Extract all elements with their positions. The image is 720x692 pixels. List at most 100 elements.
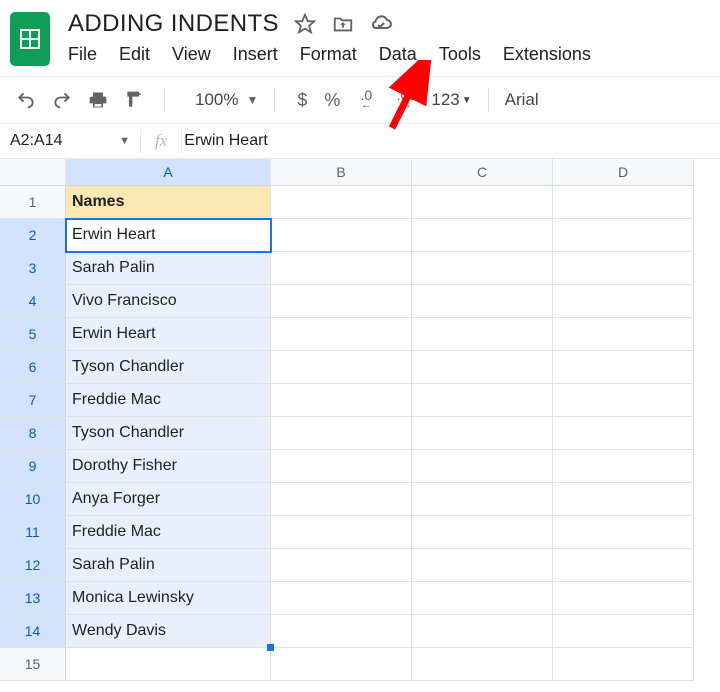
cell-B6[interactable] <box>271 351 412 384</box>
col-header-D[interactable]: D <box>553 159 694 186</box>
cell-B3[interactable] <box>271 252 412 285</box>
more-formats-dropdown[interactable]: 123 ▼ <box>431 90 471 110</box>
cell-A6[interactable]: Tyson Chandler <box>66 351 271 384</box>
row-header-5[interactable]: 5 <box>0 318 66 351</box>
undo-button[interactable] <box>12 86 40 114</box>
row-header-1[interactable]: 1 <box>0 186 66 219</box>
star-icon[interactable] <box>293 12 317 36</box>
cell-C13[interactable] <box>412 582 553 615</box>
cell-C8[interactable] <box>412 417 553 450</box>
cell-D7[interactable] <box>553 384 694 417</box>
cell-D6[interactable] <box>553 351 694 384</box>
cell-A4[interactable]: Vivo Francisco <box>66 285 271 318</box>
cell-B12[interactable] <box>271 549 412 582</box>
cell-C10[interactable] <box>412 483 553 516</box>
cell-B15[interactable] <box>271 648 412 681</box>
row-header-14[interactable]: 14 <box>0 615 66 648</box>
cell-C1[interactable] <box>412 186 553 219</box>
menu-insert[interactable]: Insert <box>233 44 278 65</box>
row-header-15[interactable]: 15 <box>0 648 66 681</box>
format-currency-button[interactable]: $ <box>291 86 313 114</box>
selection-handle[interactable] <box>267 644 274 651</box>
menu-view[interactable]: View <box>172 44 211 65</box>
spreadsheet-grid[interactable]: ABCD1Names2Erwin Heart3Sarah Palin4Vivo … <box>0 159 720 681</box>
cell-A15[interactable] <box>66 648 271 681</box>
zoom-dropdown[interactable]: 100% ▼ <box>195 90 258 110</box>
cell-C12[interactable] <box>412 549 553 582</box>
row-header-10[interactable]: 10 <box>0 483 66 516</box>
cell-D15[interactable] <box>553 648 694 681</box>
cell-A11[interactable]: Freddie Mac <box>66 516 271 549</box>
cell-B11[interactable] <box>271 516 412 549</box>
print-button[interactable] <box>84 86 112 114</box>
menu-extensions[interactable]: Extensions <box>503 44 591 65</box>
cell-D2[interactable] <box>553 219 694 252</box>
cell-D11[interactable] <box>553 516 694 549</box>
cell-D1[interactable] <box>553 186 694 219</box>
cell-A7[interactable]: Freddie Mac <box>66 384 271 417</box>
cell-D10[interactable] <box>553 483 694 516</box>
cell-C11[interactable] <box>412 516 553 549</box>
move-icon[interactable] <box>331 12 355 36</box>
redo-button[interactable] <box>48 86 76 114</box>
cell-B8[interactable] <box>271 417 412 450</box>
cloud-status-icon[interactable] <box>369 12 393 36</box>
cell-A9[interactable]: Dorothy Fisher <box>66 450 271 483</box>
cell-A13[interactable]: Monica Lewinsky <box>66 582 271 615</box>
cell-B14[interactable] <box>271 615 412 648</box>
cell-C9[interactable] <box>412 450 553 483</box>
row-header-9[interactable]: 9 <box>0 450 66 483</box>
sheets-logo[interactable] <box>10 12 50 66</box>
increase-decimal-button[interactable]: .00 → <box>389 86 423 114</box>
cell-D12[interactable] <box>553 549 694 582</box>
col-header-C[interactable]: C <box>412 159 553 186</box>
menu-tools[interactable]: Tools <box>439 44 481 65</box>
row-header-7[interactable]: 7 <box>0 384 66 417</box>
cell-D8[interactable] <box>553 417 694 450</box>
col-header-A[interactable]: A <box>66 159 271 186</box>
menu-format[interactable]: Format <box>300 44 357 65</box>
cell-C5[interactable] <box>412 318 553 351</box>
cell-C14[interactable] <box>412 615 553 648</box>
cell-D9[interactable] <box>553 450 694 483</box>
cell-A8[interactable]: Tyson Chandler <box>66 417 271 450</box>
formula-input[interactable] <box>182 131 720 151</box>
menu-edit[interactable]: Edit <box>119 44 150 65</box>
select-all-corner[interactable] <box>0 159 66 186</box>
cell-A3[interactable]: Sarah Palin <box>66 252 271 285</box>
format-percent-button[interactable]: % <box>321 86 343 114</box>
cell-C6[interactable] <box>412 351 553 384</box>
cell-C4[interactable] <box>412 285 553 318</box>
menu-data[interactable]: Data <box>379 44 417 65</box>
cell-B9[interactable] <box>271 450 412 483</box>
row-header-13[interactable]: 13 <box>0 582 66 615</box>
font-dropdown[interactable]: Arial <box>505 90 539 110</box>
cell-A1[interactable]: Names <box>66 186 271 219</box>
cell-B10[interactable] <box>271 483 412 516</box>
doc-title[interactable]: ADDING INDENTS <box>68 10 279 38</box>
row-header-8[interactable]: 8 <box>0 417 66 450</box>
cell-D4[interactable] <box>553 285 694 318</box>
cell-A5[interactable]: Erwin Heart <box>66 318 271 351</box>
cell-B5[interactable] <box>271 318 412 351</box>
name-box[interactable]: A2:A14 ▼ <box>0 132 140 150</box>
cell-B1[interactable] <box>271 186 412 219</box>
cell-A14[interactable]: Wendy Davis <box>66 615 271 648</box>
cell-A2[interactable]: Erwin Heart <box>66 219 271 252</box>
cell-C15[interactable] <box>412 648 553 681</box>
cell-C2[interactable] <box>412 219 553 252</box>
cell-A10[interactable]: Anya Forger <box>66 483 271 516</box>
cell-B7[interactable] <box>271 384 412 417</box>
cell-D3[interactable] <box>553 252 694 285</box>
row-header-4[interactable]: 4 <box>0 285 66 318</box>
cell-D5[interactable] <box>553 318 694 351</box>
cell-D13[interactable] <box>553 582 694 615</box>
cell-C3[interactable] <box>412 252 553 285</box>
cell-B4[interactable] <box>271 285 412 318</box>
paint-format-button[interactable] <box>120 86 148 114</box>
cell-D14[interactable] <box>553 615 694 648</box>
cell-C7[interactable] <box>412 384 553 417</box>
cell-B2[interactable] <box>271 219 412 252</box>
row-header-6[interactable]: 6 <box>0 351 66 384</box>
menu-file[interactable]: File <box>68 44 97 65</box>
